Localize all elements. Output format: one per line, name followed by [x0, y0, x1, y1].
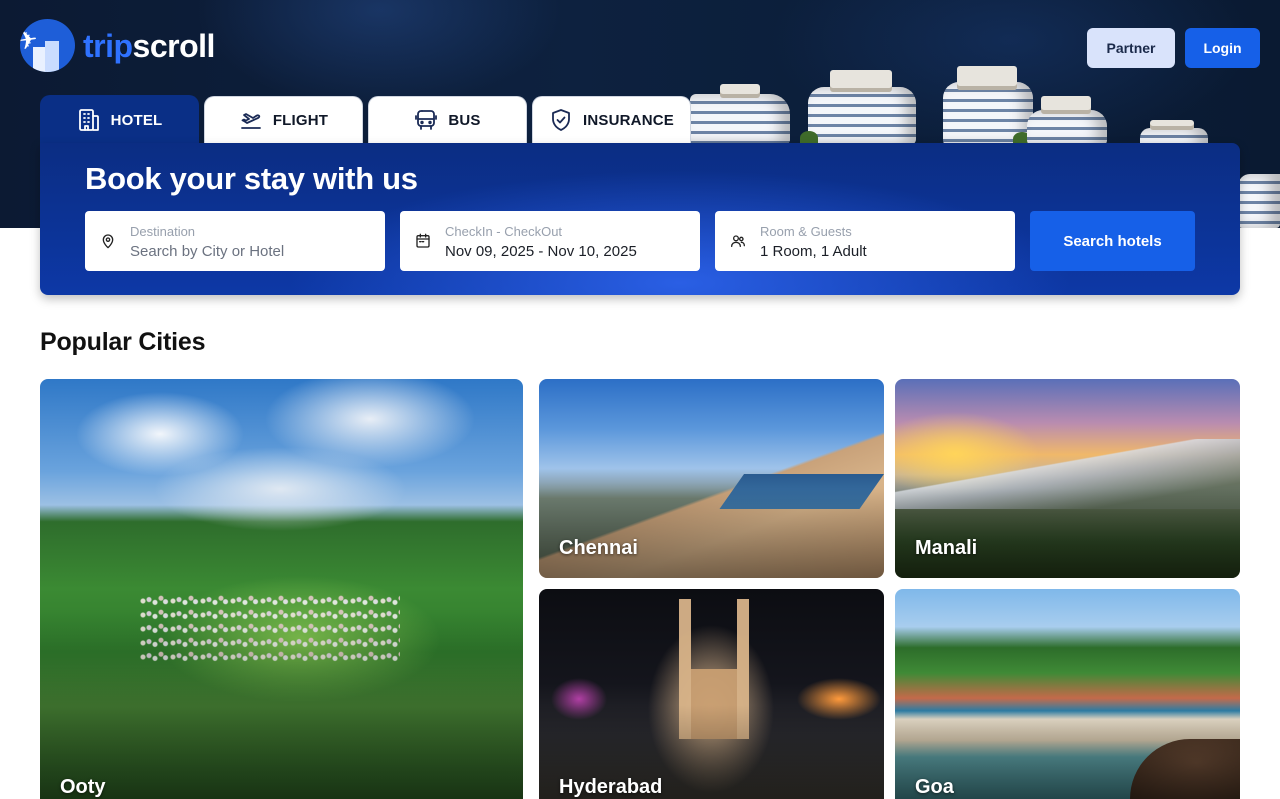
search-hotels-button[interactable]: Search hotels: [1030, 211, 1195, 271]
dates-field[interactable]: CheckIn - CheckOut Nov 09, 2025 - Nov 10…: [400, 211, 700, 271]
hotel-building-image: [943, 66, 1035, 146]
popular-cities-title: Popular Cities: [40, 328, 206, 356]
hotel-search-panel: Book your stay with us Destination Searc…: [40, 143, 1240, 295]
partner-button[interactable]: Partner: [1087, 28, 1175, 68]
city-name: Manali: [915, 537, 978, 559]
destination-field[interactable]: Destination Search by City or Hotel: [85, 211, 385, 271]
tab-flight[interactable]: FLIGHT: [204, 96, 363, 143]
users-icon: [730, 233, 746, 249]
hotel-icon: [77, 108, 101, 132]
tab-hotel-label: HOTEL: [110, 111, 163, 129]
tab-bus-label: BUS: [448, 111, 481, 129]
hotel-building-image: [1027, 96, 1109, 146]
hotel-building-image: [690, 84, 790, 144]
login-button[interactable]: Login: [1185, 28, 1260, 68]
city-name: Chennai: [559, 537, 638, 559]
dates-value[interactable]: Nov 09, 2025 - Nov 10, 2025: [445, 243, 637, 260]
city-card-hyderabad[interactable]: Hyderabad: [539, 589, 884, 799]
location-pin-icon: [100, 233, 116, 249]
destination-input[interactable]: Search by City or Hotel: [130, 243, 284, 260]
flight-icon: [239, 108, 263, 132]
tab-flight-label: FLIGHT: [272, 111, 329, 129]
tab-insurance-label: INSURANCE: [583, 111, 674, 129]
brand-name-part2: scroll: [132, 27, 216, 64]
city-card-manali[interactable]: Manali: [895, 379, 1240, 578]
city-name: Goa: [915, 776, 954, 798]
brand-logo[interactable]: ✈ tripscroll: [20, 19, 215, 72]
search-panel-title: Book your stay with us: [85, 161, 418, 196]
dates-label: CheckIn - CheckOut: [445, 224, 563, 239]
hotel-building-image: [800, 70, 918, 145]
tab-insurance[interactable]: INSURANCE: [532, 96, 691, 143]
city-card-goa[interactable]: Goa: [895, 589, 1240, 799]
destination-label: Destination: [130, 224, 196, 239]
shield-check-icon: [549, 108, 573, 132]
tab-hotel[interactable]: HOTEL: [40, 95, 199, 145]
city-name: Ooty: [60, 776, 106, 798]
tab-bus[interactable]: BUS: [368, 96, 527, 143]
city-card-chennai[interactable]: Chennai: [539, 379, 884, 578]
hotel-building-image: [1238, 172, 1280, 228]
brand-name-part1: trip: [83, 27, 133, 64]
guests-value[interactable]: 1 Room, 1 Adult: [760, 243, 867, 260]
brand-name: tripscroll: [83, 30, 215, 62]
guests-field[interactable]: Room & Guests 1 Room, 1 Adult: [715, 211, 1015, 271]
logo-plane-icon: ✈: [20, 19, 75, 72]
calendar-icon: [415, 233, 431, 249]
city-name: Hyderabad: [559, 776, 663, 798]
bus-icon: [414, 108, 438, 132]
city-card-ooty[interactable]: Ooty: [40, 379, 523, 799]
guests-label: Room & Guests: [760, 224, 852, 239]
